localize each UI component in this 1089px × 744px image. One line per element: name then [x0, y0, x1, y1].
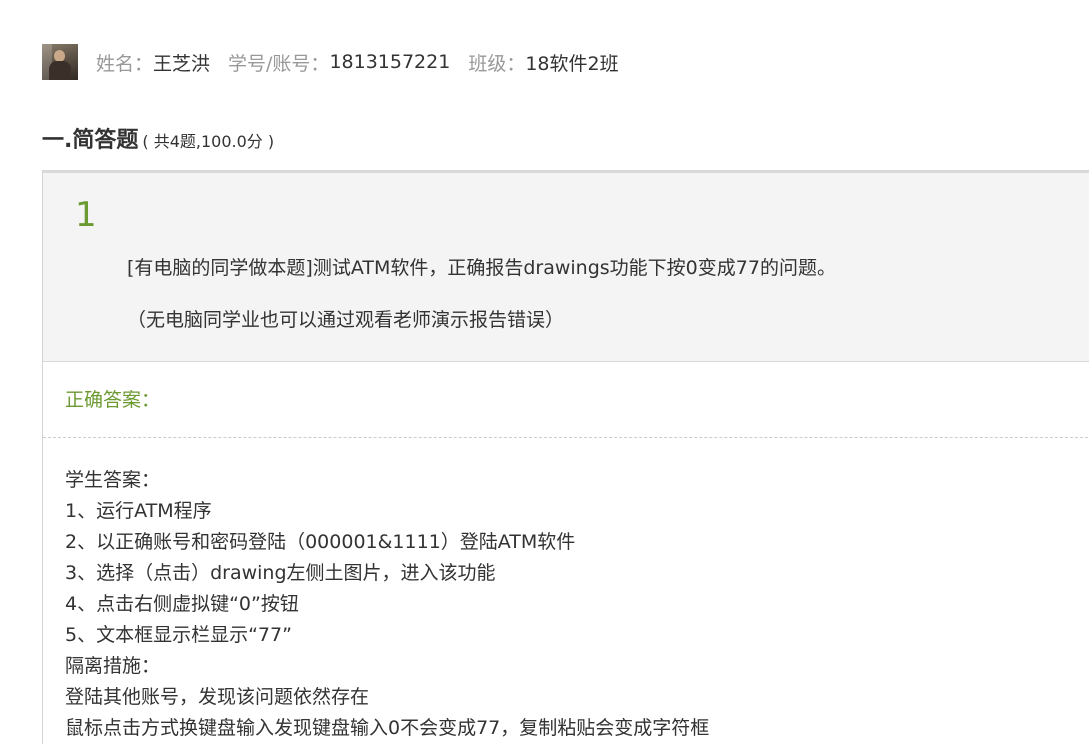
student-answer-line: 登陆其他账号，发现该问题依然存在	[65, 686, 370, 708]
student-answer-line: 5、文本框显示栏显示“77”	[65, 624, 292, 646]
student-answer-line: 隔离措施：	[65, 655, 161, 677]
student-id-label: 学号/账号：	[228, 52, 330, 75]
student-answer: 学生答案： 1、运行ATM程序 2、以正确账号和密码登陆（000001&1111…	[65, 465, 709, 744]
question-card: 1 [有电脑的同学做本题]测试ATM软件，正确报告drawings功能下按0变成…	[42, 170, 1089, 744]
student-name: 王芝洪	[153, 52, 211, 75]
correct-answer-label: 正确答案：	[65, 389, 161, 411]
question-number: 1	[75, 195, 97, 235]
exam-result-page: 姓名： 王芝洪 学号/账号： 1813157221 班级： 18软件2班 一.简…	[0, 0, 1089, 744]
student-id: 1813157221	[329, 51, 451, 73]
student-answer-line: 4、点击右侧虚拟键“0”按钮	[65, 593, 299, 615]
section-subtitle: ( 共4题,100.0分 )	[142, 132, 275, 151]
student-answer-line: 3、选择（点击）drawing左侧土图片，进入该功能	[65, 562, 496, 584]
student-info-bar: 姓名： 王芝洪 学号/账号： 1813157221 班级： 18软件2班	[42, 44, 619, 80]
question-text-line-2: （无电脑同学业也可以通过观看老师演示报告错误）	[127, 309, 565, 331]
section-title: 一.简答题	[42, 128, 139, 153]
student-answer-line: 2、以正确账号和密码登陆（000001&1111）登陆ATM软件	[65, 531, 576, 553]
question-stem: 1 [有电脑的同学做本题]测试ATM软件，正确报告drawings功能下按0变成…	[43, 173, 1089, 362]
question-text-line-1: [有电脑的同学做本题]测试ATM软件，正确报告drawings功能下按0变成77…	[127, 257, 836, 279]
student-answer-line: 学生答案：	[65, 469, 161, 491]
section-heading: 一.简答题 ( 共4题,100.0分 )	[42, 122, 274, 156]
student-class-label: 班级：	[468, 52, 526, 75]
avatar	[42, 44, 78, 80]
student-name-label: 姓名：	[96, 52, 154, 75]
answer-divider	[43, 437, 1089, 438]
student-answer-line: 1、运行ATM程序	[65, 500, 212, 522]
student-class: 18软件2班	[525, 52, 619, 75]
student-answer-line: 鼠标点击方式换键盘输入发现键盘输入0不会变成77，复制粘贴会变成字符框	[65, 717, 710, 739]
